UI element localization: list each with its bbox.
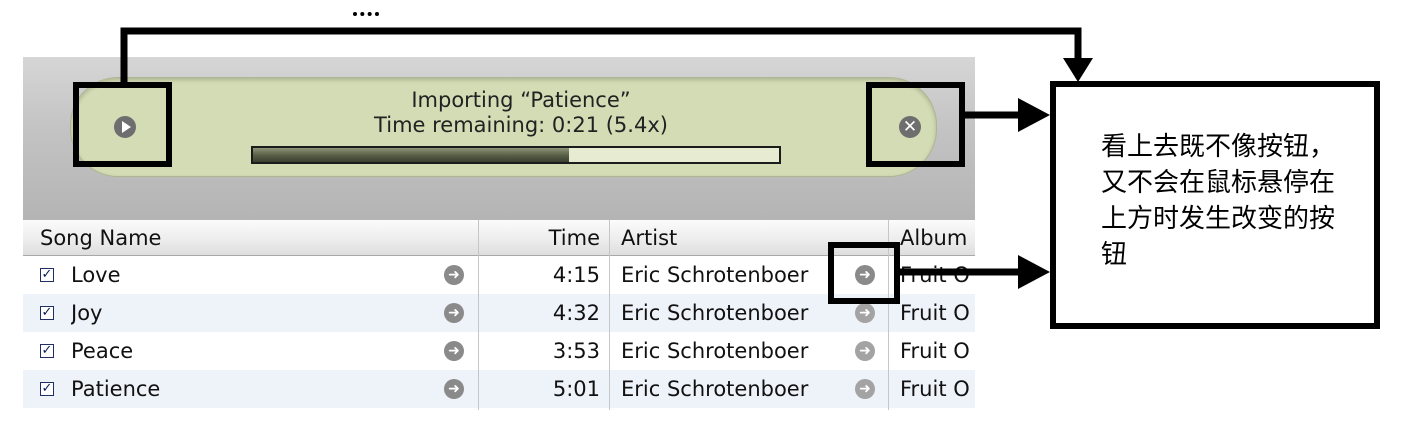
connector-top-line xyxy=(120,27,1082,82)
arrowhead-right-upper xyxy=(1018,98,1050,132)
arrowhead-down xyxy=(1063,58,1093,82)
arrowhead-right-lower xyxy=(1018,255,1050,289)
annotation-text: 看上去既不像按钮，又不会在鼠标悬停在上方时发生改变的按钮 xyxy=(1101,132,1336,270)
annotation-callout-box: 看上去既不像按钮，又不会在鼠标悬停在上方时发生改变的按钮 xyxy=(1050,81,1380,329)
